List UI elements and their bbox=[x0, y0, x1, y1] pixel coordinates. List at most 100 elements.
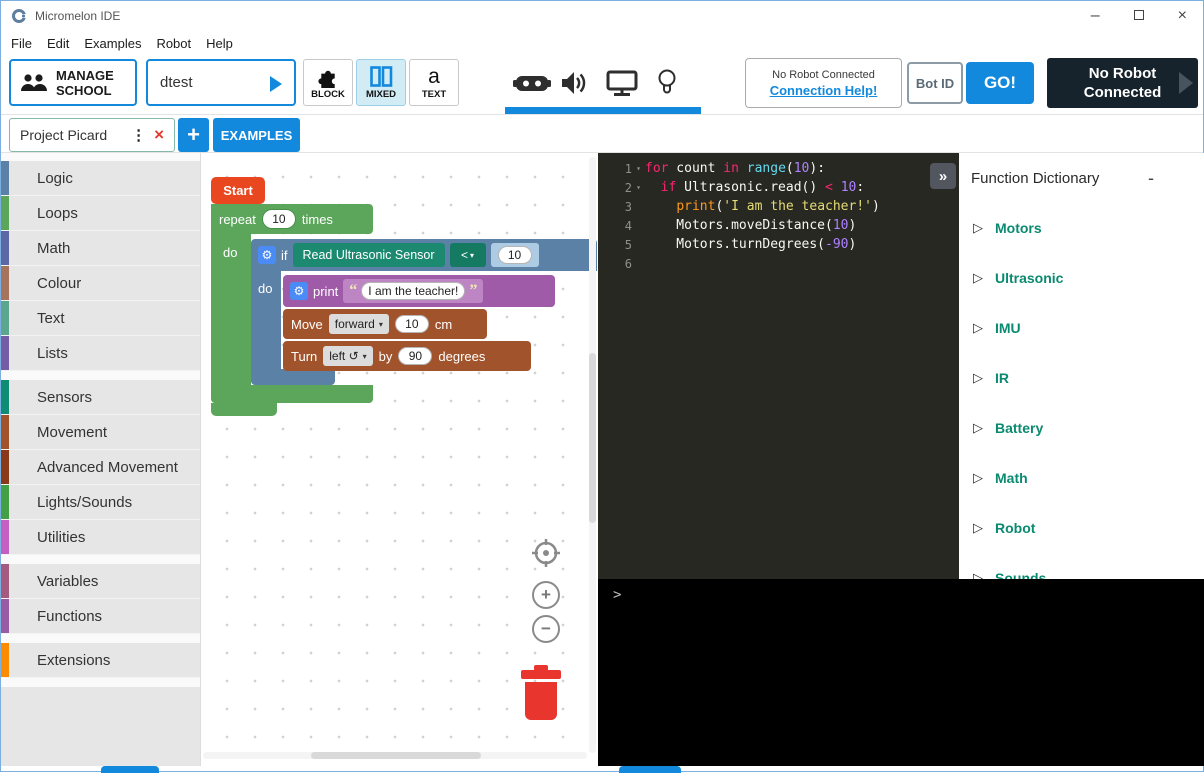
if-block-bottom[interactable] bbox=[251, 369, 335, 385]
category-lists[interactable]: Lists bbox=[1, 336, 200, 371]
screen-panel-button[interactable] bbox=[605, 63, 639, 103]
print-text-field[interactable]: I am the teacher! bbox=[361, 282, 465, 300]
go-button[interactable]: GO! bbox=[966, 62, 1034, 104]
mixed-mode-button[interactable]: MIXED bbox=[356, 59, 406, 106]
code-line[interactable]: 5 Motors.turnDegrees(-90) bbox=[598, 235, 959, 254]
category-loops[interactable]: Loops bbox=[1, 196, 200, 231]
code-line[interactable]: 1▾for count in range(10): bbox=[598, 159, 959, 178]
dict-item-sounds[interactable]: ▷Sounds bbox=[959, 553, 1204, 579]
text-mode-button[interactable]: a TEXT bbox=[409, 59, 459, 106]
menu-help[interactable]: Help bbox=[206, 36, 233, 51]
zoom-in-button[interactable]: + bbox=[532, 581, 560, 609]
code-line[interactable]: 4 Motors.moveDistance(10) bbox=[598, 216, 959, 235]
category-lights-sounds[interactable]: Lights/Sounds bbox=[1, 485, 200, 520]
robot-console[interactable]: > bbox=[598, 579, 1204, 766]
editor-expand-button[interactable]: » bbox=[930, 163, 956, 189]
manage-school-button[interactable]: MANAGESCHOOL bbox=[9, 59, 137, 106]
code-text: Motors.turnDegrees(-90) bbox=[645, 237, 856, 252]
compare-value-field[interactable]: 10 bbox=[498, 246, 532, 264]
menu-examples[interactable]: Examples bbox=[84, 36, 141, 51]
dict-item-math[interactable]: ▷Math bbox=[959, 453, 1204, 503]
maximize-button[interactable] bbox=[1134, 1, 1144, 31]
code-line[interactable]: 3 print('I am the teacher!') bbox=[598, 197, 959, 216]
category-colour[interactable]: Colour bbox=[1, 266, 200, 301]
speaker-icon bbox=[559, 68, 589, 98]
turn-degrees-field[interactable]: 90 bbox=[398, 347, 432, 365]
category-movement[interactable]: Movement bbox=[1, 415, 200, 450]
project-tab[interactable]: Project Picard ⋮ × bbox=[9, 118, 175, 152]
ultrasonic-sensor-block[interactable]: Read Ultrasonic Sensor bbox=[293, 243, 445, 267]
examples-button[interactable]: EXAMPLES bbox=[213, 118, 300, 152]
tab-menu-icon[interactable]: ⋮ bbox=[131, 126, 146, 144]
trash-button[interactable] bbox=[519, 665, 563, 726]
category-functions[interactable]: Functions bbox=[1, 599, 200, 634]
dict-item-motors[interactable]: ▷Motors bbox=[959, 203, 1204, 253]
string-block[interactable]: “ I am the teacher! ” bbox=[343, 279, 483, 303]
category-advanced-movement[interactable]: Advanced Movement bbox=[1, 450, 200, 485]
mutator-gear-icon[interactable]: ⚙ bbox=[290, 282, 308, 300]
category-extensions[interactable]: Extensions bbox=[1, 643, 200, 678]
start-block[interactable]: Start bbox=[211, 177, 265, 204]
line-number: 5 bbox=[598, 238, 632, 252]
dict-item-robot[interactable]: ▷Robot bbox=[959, 503, 1204, 553]
print-block[interactable]: ⚙ print “ I am the teacher! ” bbox=[283, 275, 555, 307]
move-block[interactable]: Move forward ▾ 10 cm bbox=[283, 309, 487, 339]
start-label: Start bbox=[223, 183, 253, 198]
move-direction-dropdown[interactable]: forward ▾ bbox=[329, 314, 389, 334]
code-line[interactable]: 2▾ if Ultrasonic.read() < 10: bbox=[598, 178, 959, 197]
move-distance-field[interactable]: 10 bbox=[395, 315, 429, 333]
repeat-block-nub[interactable] bbox=[211, 403, 277, 416]
category-text[interactable]: Text bbox=[1, 301, 200, 336]
fold-arrow-icon[interactable]: ▾ bbox=[632, 164, 645, 173]
turn-block[interactable]: Turn left ↺ ▾ by 90 degrees bbox=[283, 341, 531, 371]
tab-close-icon[interactable]: × bbox=[154, 125, 164, 145]
dict-item-ultrasonic[interactable]: ▷Ultrasonic bbox=[959, 253, 1204, 303]
category-logic[interactable]: Logic bbox=[1, 161, 200, 196]
if-block-body[interactable]: do bbox=[251, 271, 281, 369]
dict-item-imu[interactable]: ▷IMU bbox=[959, 303, 1204, 353]
repeat-block-bottom[interactable] bbox=[211, 385, 373, 403]
menu-file[interactable]: File bbox=[11, 36, 32, 51]
if-block[interactable]: ⚙ if Read Ultrasonic Sensor < ▾ 10 bbox=[251, 239, 597, 271]
connection-help-link[interactable]: Connection Help! bbox=[770, 83, 878, 98]
repeat-count-field[interactable]: 10 bbox=[262, 209, 296, 229]
repeat-block-body[interactable]: do bbox=[211, 234, 251, 385]
robot-connect-button[interactable]: No Robot Connected bbox=[1047, 58, 1198, 108]
code-editor[interactable]: 1▾for count in range(10):2▾ if Ultrasoni… bbox=[598, 153, 959, 579]
palette-group: Extensions bbox=[1, 643, 200, 678]
sound-panel-button[interactable] bbox=[559, 63, 589, 103]
mutator-gear-icon[interactable]: ⚙ bbox=[258, 246, 276, 264]
bot-id-button[interactable]: Bot ID bbox=[907, 62, 963, 104]
blockly-workspace[interactable]: Start repeat 10 times do ⚙ if Read Ultra… bbox=[201, 153, 598, 761]
close-button[interactable]: × bbox=[1178, 1, 1187, 31]
code-line[interactable]: 6 bbox=[598, 254, 959, 273]
line-number: 4 bbox=[598, 219, 632, 233]
dictionary-collapse-button[interactable]: - bbox=[1141, 168, 1161, 189]
menu-robot[interactable]: Robot bbox=[156, 36, 191, 51]
comparator-dropdown[interactable]: < ▾ bbox=[450, 243, 486, 267]
workspace-scrollbar-thumb[interactable] bbox=[311, 752, 481, 759]
robot-panel-button[interactable] bbox=[513, 63, 551, 103]
repeat-block[interactable]: repeat 10 times bbox=[211, 204, 373, 234]
dict-item-battery[interactable]: ▷Battery bbox=[959, 403, 1204, 453]
menu-edit[interactable]: Edit bbox=[47, 36, 69, 51]
maximize-icon bbox=[1134, 10, 1144, 20]
category-variables[interactable]: Variables bbox=[1, 564, 200, 599]
category-math[interactable]: Math bbox=[1, 231, 200, 266]
zoom-reset-button[interactable] bbox=[532, 539, 560, 567]
category-utilities[interactable]: Utilities bbox=[1, 520, 200, 555]
project-dropdown[interactable]: dtest bbox=[146, 59, 296, 106]
workspace-scrollbar-thumb[interactable] bbox=[589, 353, 596, 523]
add-project-button[interactable]: + bbox=[178, 118, 209, 152]
gear-glyph: ⚙ bbox=[262, 248, 273, 262]
category-color-bar bbox=[1, 231, 9, 265]
block-mode-button[interactable]: BLOCK bbox=[303, 59, 353, 106]
category-sensors[interactable]: Sensors bbox=[1, 380, 200, 415]
people-icon bbox=[20, 71, 48, 95]
dict-item-ir[interactable]: ▷IR bbox=[959, 353, 1204, 403]
zoom-out-button[interactable]: − bbox=[532, 615, 560, 643]
turn-direction-dropdown[interactable]: left ↺ ▾ bbox=[323, 346, 372, 366]
fold-arrow-icon[interactable]: ▾ bbox=[632, 183, 645, 192]
minimize-button[interactable]: – bbox=[1091, 1, 1100, 31]
lights-panel-button[interactable] bbox=[656, 63, 678, 103]
